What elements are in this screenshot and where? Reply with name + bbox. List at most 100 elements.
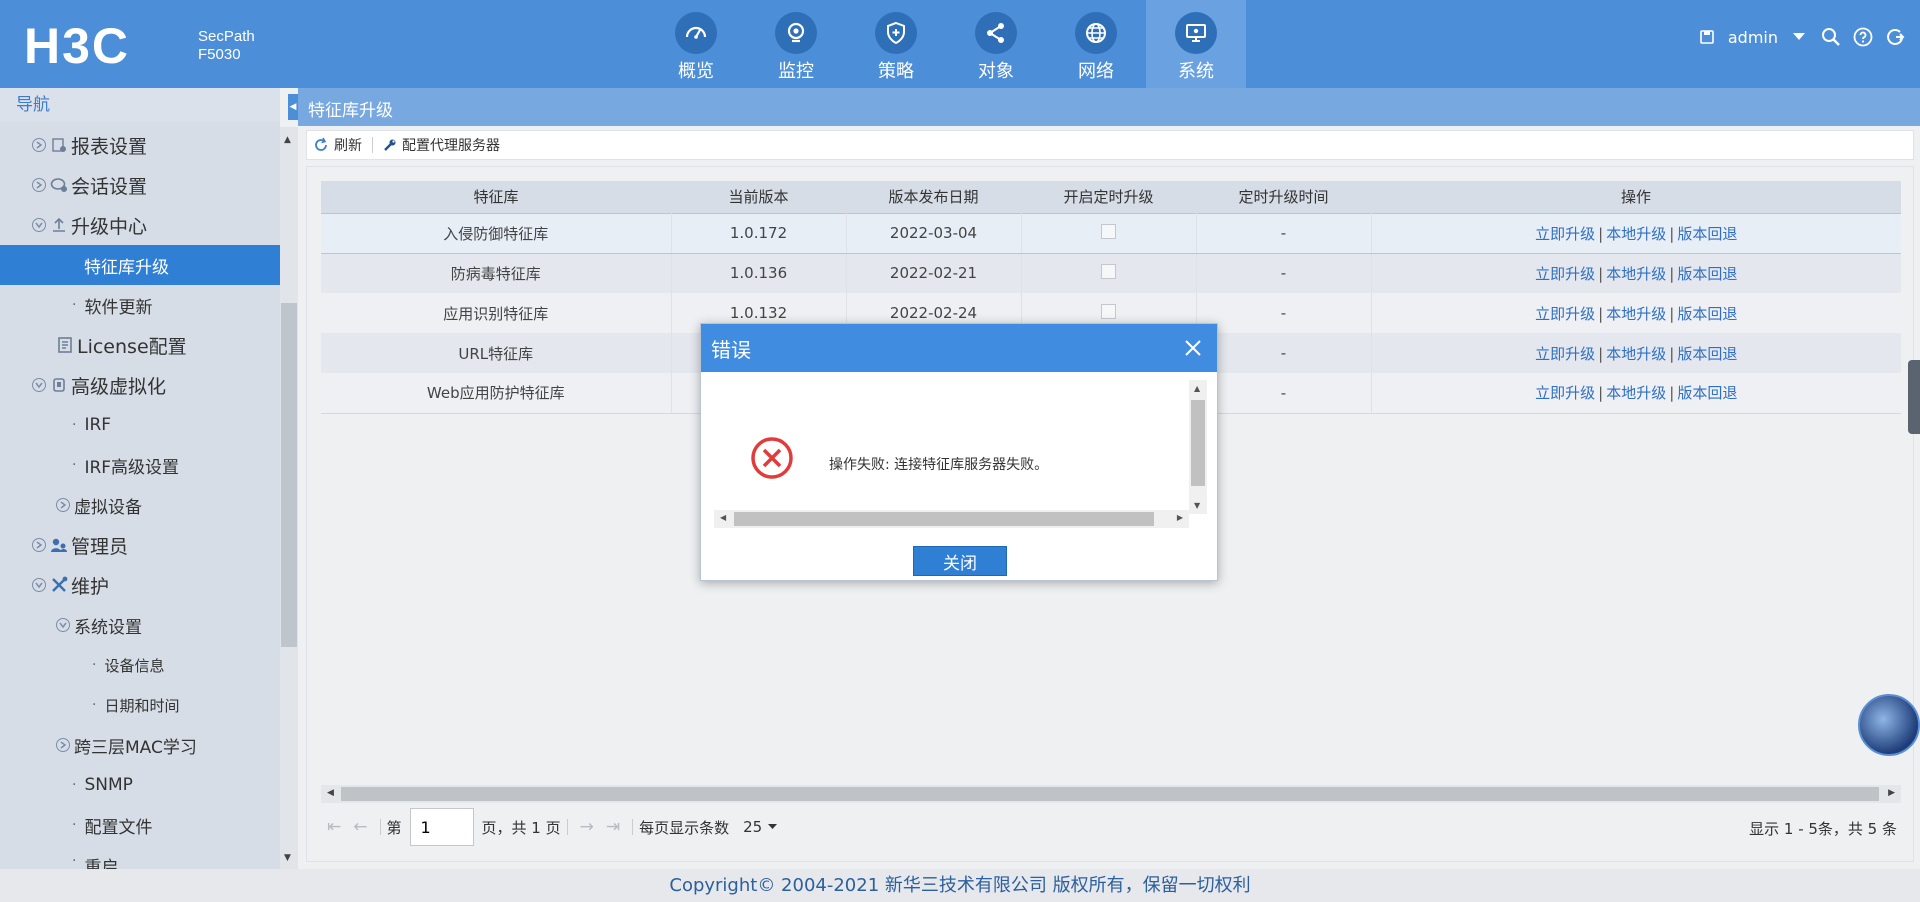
scroll-down-icon[interactable]: ▼ — [1194, 501, 1200, 510]
sidebar-item-upgrade-center[interactable]: 升级中心 — [0, 205, 280, 245]
rollback-link[interactable]: 版本回退 — [1677, 345, 1737, 363]
table-row[interactable]: 入侵防御特征库 1.0.172 2022-03-04 - 立即升级 | 本地升级 | 版… — [321, 212, 1901, 254]
scrollbar-thumb[interactable] — [281, 303, 297, 647]
dialog-vscrollbar[interactable]: ▲ ▼ — [1189, 380, 1207, 514]
prev-page-icon[interactable]: ← — [353, 817, 367, 837]
col-header-version[interactable]: 当前版本 — [671, 181, 846, 213]
sidebar-item-config-file[interactable]: · 配置文件 — [0, 805, 280, 845]
last-page-icon[interactable]: ⇥ — [606, 817, 620, 837]
scrollbar-thumb[interactable] — [734, 512, 1154, 526]
help-icon[interactable] — [1852, 26, 1874, 48]
assistant-avatar[interactable] — [1858, 694, 1920, 756]
sidebar-item-device-info[interactable]: · 设备信息 — [0, 645, 280, 685]
rollback-link[interactable]: 版本回退 — [1677, 265, 1737, 283]
upgrade-now-link[interactable]: 立即升级 — [1535, 225, 1595, 243]
upgrade-now-link[interactable]: 立即升级 — [1535, 345, 1595, 363]
nav-monitor[interactable]: 监控 — [746, 0, 846, 88]
table-hscrollbar[interactable]: ◀ ▶ — [321, 785, 1901, 803]
upgrade-now-link[interactable]: 立即升级 — [1535, 265, 1595, 283]
scroll-right-icon[interactable]: ▶ — [1177, 513, 1183, 522]
page-number-input[interactable] — [409, 808, 474, 846]
sidebar-item-signature-upgrade[interactable]: 特征库升级 — [0, 245, 280, 285]
scroll-left-icon[interactable]: ◀ — [327, 788, 334, 798]
col-header-name[interactable]: 特征库 — [321, 181, 671, 213]
rollback-link[interactable]: 版本回退 — [1677, 305, 1737, 323]
nav-network[interactable]: 网络 — [1046, 0, 1146, 88]
scrollbar-thumb[interactable] — [1191, 400, 1205, 486]
side-handle[interactable] — [1908, 360, 1920, 434]
table-row[interactable]: 防病毒特征库 1.0.136 2022-02-21 - 立即升级 | 本地升级 | 版本… — [321, 253, 1901, 293]
sidebar-item-report[interactable]: 报表设置 — [0, 125, 280, 165]
sidebar-item-snmp[interactable]: · SNMP — [0, 765, 280, 805]
save-icon[interactable] — [1696, 26, 1718, 48]
dialog-hscrollbar[interactable]: ◀ ▶ — [714, 510, 1189, 528]
sidebar-scrollbar[interactable]: ▲ ▼ — [280, 127, 298, 869]
scroll-down-icon[interactable]: ▼ — [284, 853, 291, 863]
sidebar-item-label: 跨三层MAC学习 — [74, 737, 197, 758]
scroll-up-icon[interactable]: ▲ — [1194, 384, 1200, 393]
first-page-icon[interactable]: ⇤ — [327, 817, 341, 837]
expand-icon[interactable] — [32, 538, 46, 552]
scroll-left-icon[interactable]: ◀ — [720, 513, 726, 522]
sidebar-item-virtual-device[interactable]: 虚拟设备 — [0, 485, 280, 525]
scheduled-checkbox[interactable] — [1101, 263, 1116, 279]
sidebar-item-irf-advanced[interactable]: · IRF高级设置 — [0, 445, 280, 485]
local-upgrade-link[interactable]: 本地升级 — [1606, 265, 1666, 283]
nav-system[interactable]: 系统 — [1146, 0, 1246, 88]
sidebar-item-license[interactable]: License配置 — [0, 325, 280, 365]
local-upgrade-link[interactable]: 本地升级 — [1606, 345, 1666, 363]
rollback-link[interactable]: 版本回退 — [1677, 225, 1737, 243]
collapse-icon[interactable] — [56, 618, 70, 632]
local-upgrade-link[interactable]: 本地升级 — [1606, 305, 1666, 323]
upgrade-now-link[interactable]: 立即升级 — [1535, 384, 1595, 402]
scroll-right-icon[interactable]: ▶ — [1888, 788, 1895, 798]
col-header-date[interactable]: 版本发布日期 — [846, 181, 1021, 213]
close-icon[interactable] — [1181, 336, 1205, 360]
rollback-link[interactable]: 版本回退 — [1677, 384, 1737, 402]
collapse-icon[interactable] — [32, 378, 46, 392]
sidebar-title: 导航 — [0, 88, 280, 122]
sidebar-item-maintenance[interactable]: 维护 — [0, 565, 280, 605]
local-upgrade-link[interactable]: 本地升级 — [1606, 384, 1666, 402]
sidebar-item-mac-learning[interactable]: 跨三层MAC学习 — [0, 725, 280, 765]
scrollbar-thumb[interactable] — [341, 787, 1879, 801]
scroll-up-icon[interactable]: ▲ — [284, 135, 291, 145]
sidebar-item-date-time[interactable]: · 日期和时间 — [0, 685, 280, 725]
upgrade-now-link[interactable]: 立即升级 — [1535, 305, 1595, 323]
h3c-logo: H3C — [24, 18, 131, 74]
expand-icon[interactable] — [32, 178, 46, 192]
collapse-icon[interactable] — [32, 578, 46, 592]
search-icon[interactable] — [1820, 26, 1842, 48]
refresh-button[interactable]: 刷新 — [307, 135, 372, 155]
sidebar-item-session[interactable]: 会话设置 — [0, 165, 280, 205]
sidebar-item-reboot[interactable]: · 重启 — [0, 845, 280, 869]
caret-down-icon[interactable] — [1788, 26, 1810, 48]
sidebar-item-irf[interactable]: · IRF — [0, 405, 280, 445]
close-button[interactable]: 关闭 — [913, 546, 1007, 576]
per-page-select[interactable]: 25 — [743, 818, 778, 836]
nav-policy[interactable]: 策略 — [846, 0, 946, 88]
collapse-sidebar-icon[interactable]: ◀ — [288, 94, 298, 120]
nav-object[interactable]: 对象 — [946, 0, 1046, 88]
expand-icon[interactable] — [32, 138, 46, 152]
sidebar-item-label: 维护 — [71, 575, 110, 598]
local-upgrade-link[interactable]: 本地升级 — [1606, 225, 1666, 243]
globe-icon — [1075, 12, 1117, 54]
collapse-icon[interactable] — [32, 218, 46, 232]
next-page-icon[interactable]: → — [580, 817, 594, 837]
logout-icon[interactable] — [1884, 26, 1906, 48]
expand-icon[interactable] — [56, 498, 70, 512]
error-dialog: 错误 操作失败: 连接特征库服务器失败。 ▲ ▼ ◀ ▶ 关闭 — [700, 323, 1218, 581]
sidebar-item-advanced-virtualization[interactable]: 高级虚拟化 — [0, 365, 280, 405]
nav-overview[interactable]: 概览 — [646, 0, 746, 88]
scheduled-checkbox[interactable] — [1101, 223, 1116, 239]
sidebar-item-software-update[interactable]: · 软件更新 — [0, 285, 280, 325]
col-header-scheduled-time[interactable]: 定时升级时间 — [1196, 181, 1371, 213]
scheduled-checkbox[interactable] — [1101, 303, 1116, 319]
user-name[interactable]: admin — [1728, 28, 1778, 47]
expand-icon[interactable] — [56, 738, 70, 752]
proxy-server-button[interactable]: 配置代理服务器 — [373, 135, 510, 155]
col-header-scheduled[interactable]: 开启定时升级 — [1021, 181, 1196, 213]
sidebar-item-system-settings[interactable]: 系统设置 — [0, 605, 280, 645]
sidebar-item-admin[interactable]: 管理员 — [0, 525, 280, 565]
